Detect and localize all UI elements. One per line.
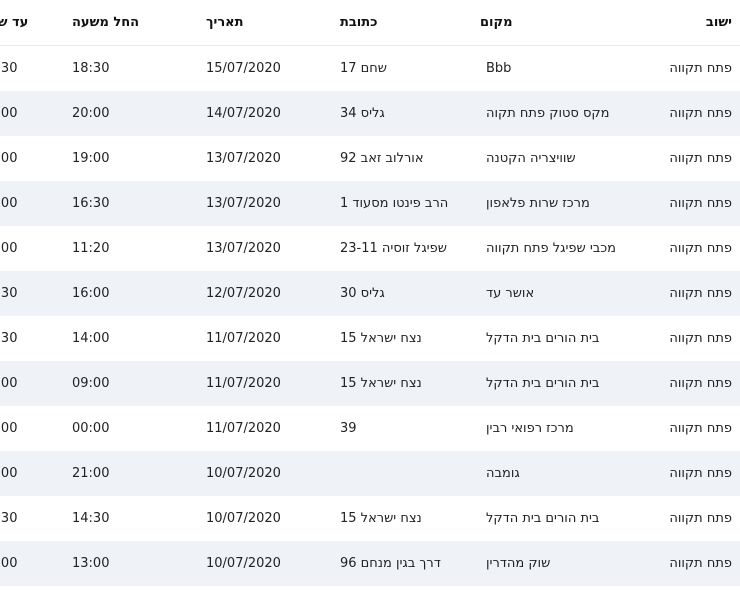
cell-date: 11/07/2020	[202, 316, 334, 361]
cell-start-time: 13:00	[70, 541, 202, 586]
cell-address: 39	[334, 406, 480, 451]
table-row: פתח תקווה בית הורים בית הדקל נצח ישראל 1…	[0, 496, 740, 541]
header-place[interactable]: מקום	[480, 0, 637, 46]
cell-address: שחם 17	[334, 45, 480, 91]
cell-place: בית הורים בית הדקל	[480, 361, 637, 406]
cell-start-time: 00:00	[70, 406, 202, 451]
cell-date: 13/07/2020	[202, 226, 334, 271]
cell-end-time: 20:00	[0, 136, 70, 181]
cell-start-time: 18:30	[70, 45, 202, 91]
cell-date: 15/07/2020	[202, 45, 334, 91]
cell-date: 10/07/2020	[202, 541, 334, 586]
cell-date: 11/07/2020	[202, 361, 334, 406]
cell-date: 14/07/2020	[202, 91, 334, 136]
table-row: פתח תקווה מרכז רפואי רבין 39 11/07/2020 …	[0, 406, 740, 451]
table-row: פתח תקווה מרכז שרות פלאפון הרב פינטו מסע…	[0, 181, 740, 226]
cell-city: פתח תקווה	[637, 271, 740, 316]
cell-place: אושר עד	[480, 271, 637, 316]
table-row: פתח תקווה בית הורים בית הדקל נצח ישראל 1…	[0, 316, 740, 361]
cell-date: 10/07/2020	[202, 451, 334, 496]
cell-end-time: 23:00	[0, 451, 70, 496]
cell-start-time: 19:00	[70, 136, 202, 181]
cell-end-time: 21:00	[0, 91, 70, 136]
cell-address: שפיגל זוסיה 23-11	[334, 226, 480, 271]
cell-city: פתח תקווה	[637, 361, 740, 406]
cell-date: 12/07/2020	[202, 271, 334, 316]
cell-end-time: 14:00	[0, 541, 70, 586]
cell-address: אורלוב זאב 92	[334, 136, 480, 181]
cell-city: פתח תקווה	[637, 91, 740, 136]
cell-date: 11/07/2020	[202, 406, 334, 451]
exposure-locations-table: ישוב מקום כתובת תאריך החל משעה עד שעה פת…	[0, 0, 740, 586]
cell-start-time: 11:20	[70, 226, 202, 271]
cell-end-time: 12:00	[0, 226, 70, 271]
cell-start-time: 16:30	[70, 181, 202, 226]
table-body: פתח תקווה Bbb שחם 17 15/07/2020 18:30 19…	[0, 45, 740, 586]
cell-city: פתח תקווה	[637, 316, 740, 361]
cell-place: מכבי שפיגל פתח תקווה	[480, 226, 637, 271]
cell-city: פתח תקווה	[637, 136, 740, 181]
cell-address: דרך בגין מנחם 96	[334, 541, 480, 586]
table-row: פתח תקווה בית הורים בית הדקל נצח ישראל 1…	[0, 361, 740, 406]
header-date[interactable]: תאריך	[202, 0, 334, 46]
cell-address: נצח ישראל 15	[334, 316, 480, 361]
table-row: פתח תקווה אושר עד גליס 30 12/07/2020 16:…	[0, 271, 740, 316]
cell-address: גליס 34	[334, 91, 480, 136]
cell-city: פתח תקווה	[637, 181, 740, 226]
cell-place: שוק מהדרין	[480, 541, 637, 586]
cell-place: בית הורים בית הדקל	[480, 496, 637, 541]
cell-start-time: 20:00	[70, 91, 202, 136]
table-row: פתח תקווה שוויצריה הקטנה אורלוב זאב 92 1…	[0, 136, 740, 181]
cell-address: נצח ישראל 15	[334, 496, 480, 541]
cell-city: פתח תקווה	[637, 45, 740, 91]
header-address[interactable]: כתובת	[334, 0, 480, 46]
cell-end-time: 21:30	[0, 496, 70, 541]
cell-end-time: 19:30	[0, 45, 70, 91]
cell-end-time: 07:00	[0, 406, 70, 451]
cell-place: גומבה	[480, 451, 637, 496]
cell-end-time: 21:30	[0, 316, 70, 361]
table-row: פתח תקווה מקס סטוק פתח תקוה גליס 34 14/0…	[0, 91, 740, 136]
header-start-time[interactable]: החל משעה	[70, 0, 202, 46]
exposure-table-container: ישוב מקום כתובת תאריך החל משעה עד שעה פת…	[0, 0, 740, 586]
header-city[interactable]: ישוב	[637, 0, 740, 46]
table-row: פתח תקווה מכבי שפיגל פתח תקווה שפיגל זוס…	[0, 226, 740, 271]
cell-date: 13/07/2020	[202, 136, 334, 181]
cell-end-time: 14:00	[0, 361, 70, 406]
cell-place: בית הורים בית הדקל	[480, 316, 637, 361]
table-row: פתח תקווה גומבה 10/07/2020 21:00 23:00	[0, 451, 740, 496]
cell-start-time: 16:00	[70, 271, 202, 316]
cell-start-time: 14:30	[70, 496, 202, 541]
cell-place: שוויצריה הקטנה	[480, 136, 637, 181]
cell-city: פתח תקווה	[637, 541, 740, 586]
cell-city: פתח תקווה	[637, 496, 740, 541]
header-end-time[interactable]: עד שעה	[0, 0, 70, 46]
cell-date: 10/07/2020	[202, 496, 334, 541]
table-header: ישוב מקום כתובת תאריך החל משעה עד שעה	[0, 0, 740, 46]
table-row: פתח תקווה שוק מהדרין דרך בגין מנחם 96 10…	[0, 541, 740, 586]
cell-place: מרכז שרות פלאפון	[480, 181, 637, 226]
cell-address	[334, 451, 480, 496]
cell-address: הרב פינטו מסעוד 1	[334, 181, 480, 226]
cell-city: פתח תקווה	[637, 226, 740, 271]
table-row: פתח תקווה Bbb שחם 17 15/07/2020 18:30 19…	[0, 45, 740, 91]
cell-address: גליס 30	[334, 271, 480, 316]
cell-place: מרכז רפואי רבין	[480, 406, 637, 451]
cell-start-time: 21:00	[70, 451, 202, 496]
cell-end-time: 17:00	[0, 181, 70, 226]
cell-end-time: 16:30	[0, 271, 70, 316]
cell-place: Bbb	[480, 45, 637, 91]
cell-start-time: 14:00	[70, 316, 202, 361]
cell-date: 13/07/2020	[202, 181, 334, 226]
cell-place: מקס סטוק פתח תקוה	[480, 91, 637, 136]
header-row: ישוב מקום כתובת תאריך החל משעה עד שעה	[0, 0, 740, 46]
cell-city: פתח תקווה	[637, 406, 740, 451]
cell-city: פתח תקווה	[637, 451, 740, 496]
cell-start-time: 09:00	[70, 361, 202, 406]
cell-address: נצח ישראל 15	[334, 361, 480, 406]
